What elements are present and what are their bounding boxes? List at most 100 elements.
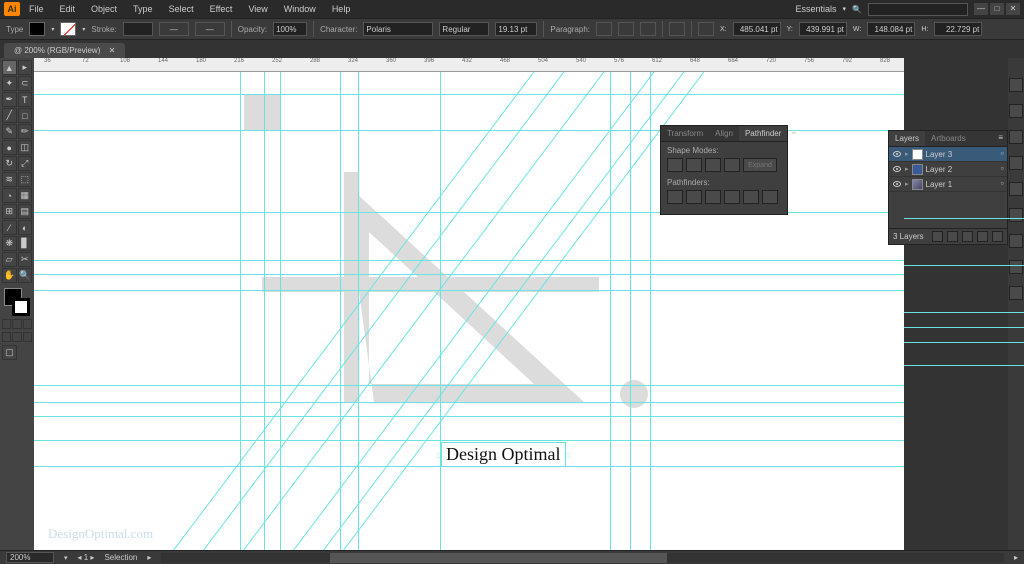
menu-edit[interactable]: Edit <box>53 2 83 16</box>
opacity-input[interactable]: 100% <box>273 22 307 36</box>
artboard-tool[interactable]: ▱ <box>2 252 17 267</box>
stroke-panel-icon[interactable] <box>1009 182 1023 196</box>
align-left-button[interactable] <box>596 22 612 36</box>
swatches-panel-icon[interactable] <box>1009 104 1023 118</box>
draw-inside[interactable] <box>23 332 32 342</box>
maximize-button[interactable]: □ <box>990 3 1004 15</box>
unite-button[interactable] <box>667 158 683 172</box>
graph-tool[interactable]: ▊ <box>18 236 33 251</box>
artboard-nav[interactable]: ◂ 1 ▸ <box>78 553 95 562</box>
close-button[interactable]: ✕ <box>1006 3 1020 15</box>
variable-width-profile[interactable]: — <box>159 22 189 36</box>
rectangle-tool[interactable]: □ <box>18 108 33 123</box>
lasso-tool[interactable]: ⊂ <box>18 76 33 91</box>
type-tool[interactable]: T <box>18 92 33 107</box>
grey-square-shape[interactable] <box>244 94 280 130</box>
direct-selection-tool[interactable]: ▸ <box>18 60 33 75</box>
pathfinder-tab[interactable]: Pathfinder <box>739 126 787 141</box>
symbols-panel-icon[interactable] <box>1009 156 1023 170</box>
target-icon[interactable]: ○ <box>1000 181 1004 187</box>
guide-vertical[interactable] <box>358 72 359 550</box>
color-mode[interactable] <box>2 319 11 329</box>
minus-back-button[interactable] <box>762 190 778 204</box>
stroke-weight-input[interactable] <box>123 22 153 36</box>
exclude-button[interactable] <box>724 158 740 172</box>
menu-select[interactable]: Select <box>162 2 201 16</box>
brushes-panel-icon[interactable] <box>1009 130 1023 144</box>
minimize-button[interactable]: — <box>974 3 988 15</box>
y-input[interactable]: 439.991 pt <box>799 22 847 36</box>
align-tab[interactable]: Align <box>709 126 739 141</box>
guide-vertical[interactable] <box>280 72 281 550</box>
reference-point[interactable] <box>698 22 714 36</box>
text-object[interactable]: Design Optimal <box>441 442 566 467</box>
divide-button[interactable] <box>667 190 683 204</box>
hand-tool[interactable]: ✋ <box>2 268 17 283</box>
guide-horizontal[interactable] <box>34 402 904 403</box>
paintbrush-tool[interactable]: ✎ <box>2 124 17 139</box>
free-transform-tool[interactable]: ⬚ <box>18 172 33 187</box>
expand-arrow-icon[interactable]: ▸ <box>905 150 909 158</box>
selection-tool[interactable]: ▲ <box>2 60 17 75</box>
guide-vertical[interactable] <box>340 72 341 550</box>
search-input[interactable] <box>868 3 968 16</box>
eyedropper-tool[interactable]: ⁄ <box>2 220 17 235</box>
align-center-button[interactable] <box>618 22 634 36</box>
stroke-swatch[interactable] <box>60 22 76 36</box>
horizontal-ruler[interactable]: 36 72 108 144 180 216 252 288 324 360 39… <box>34 58 904 72</box>
line-tool[interactable]: ╱ <box>2 108 17 123</box>
guide-horizontal[interactable] <box>34 290 904 291</box>
eraser-tool[interactable]: ◫ <box>18 140 33 155</box>
guide-horizontal[interactable] <box>34 440 904 441</box>
pathfinder-panel[interactable]: Transform Align Pathfinder ≡ Shape Modes… <box>660 125 788 215</box>
w-input[interactable]: 148.084 pt <box>867 22 915 36</box>
expand-button[interactable]: Expand <box>743 158 777 172</box>
guide-vertical[interactable] <box>610 72 611 550</box>
close-tab-icon[interactable]: ✕ <box>109 46 116 55</box>
zoom-tool[interactable]: 🔍 <box>18 268 33 283</box>
panel-menu-icon[interactable]: ≡ <box>994 131 1007 146</box>
trim-button[interactable] <box>686 190 702 204</box>
shape-builder-tool[interactable]: ◔ <box>2 188 17 203</box>
font-size-input[interactable]: 19.13 pt <box>495 22 537 36</box>
guide-horizontal[interactable] <box>34 274 904 275</box>
menu-object[interactable]: Object <box>84 2 124 16</box>
artboards-tab[interactable]: Artboards <box>925 131 972 146</box>
blob-brush-tool[interactable]: ● <box>2 140 17 155</box>
color-panel-icon[interactable] <box>1009 78 1023 92</box>
visibility-toggle[interactable] <box>892 149 902 159</box>
screen-mode[interactable]: ▢ <box>2 345 17 360</box>
align-right-button[interactable] <box>640 22 656 36</box>
layer-name[interactable]: Layer 2 <box>926 165 953 174</box>
h-input[interactable]: 22.729 pt <box>934 22 982 36</box>
expand-arrow-icon[interactable]: ▸ <box>905 165 909 173</box>
panel-menu-icon[interactable]: ≡ <box>787 126 800 141</box>
pencil-tool[interactable]: ✏ <box>18 124 33 139</box>
menu-view[interactable]: View <box>241 2 274 16</box>
layer-row[interactable]: ▸ Layer 1 ○ <box>889 177 1007 192</box>
intersect-button[interactable] <box>705 158 721 172</box>
workspace-switcher[interactable]: Essentials <box>795 4 836 14</box>
slice-tool[interactable]: ✂ <box>18 252 33 267</box>
guide-horizontal[interactable] <box>34 94 904 95</box>
blend-tool[interactable]: ◐ <box>18 220 33 235</box>
draw-normal[interactable] <box>2 332 11 342</box>
crop-button[interactable] <box>724 190 740 204</box>
menu-help[interactable]: Help <box>325 2 358 16</box>
zoom-input[interactable]: 200% <box>6 552 54 563</box>
guide-horizontal[interactable] <box>34 260 904 261</box>
brush-definition[interactable]: — <box>195 22 225 36</box>
guide-vertical[interactable] <box>240 72 241 550</box>
scroll-right-icon[interactable]: ▸ <box>1014 553 1018 562</box>
perspective-tool[interactable]: ▦ <box>18 188 33 203</box>
draw-behind[interactable] <box>12 332 21 342</box>
fill-swatch[interactable] <box>29 22 45 36</box>
expand-arrow-icon[interactable]: ▸ <box>905 180 909 188</box>
font-style-dropdown[interactable]: Regular <box>439 22 489 36</box>
menu-type[interactable]: Type <box>126 2 160 16</box>
guide-horizontal[interactable] <box>34 385 904 386</box>
pen-tool[interactable]: ✒ <box>2 92 17 107</box>
gradient-mode[interactable] <box>12 319 21 329</box>
merge-button[interactable] <box>705 190 721 204</box>
gradient-tool[interactable]: ▤ <box>18 204 33 219</box>
